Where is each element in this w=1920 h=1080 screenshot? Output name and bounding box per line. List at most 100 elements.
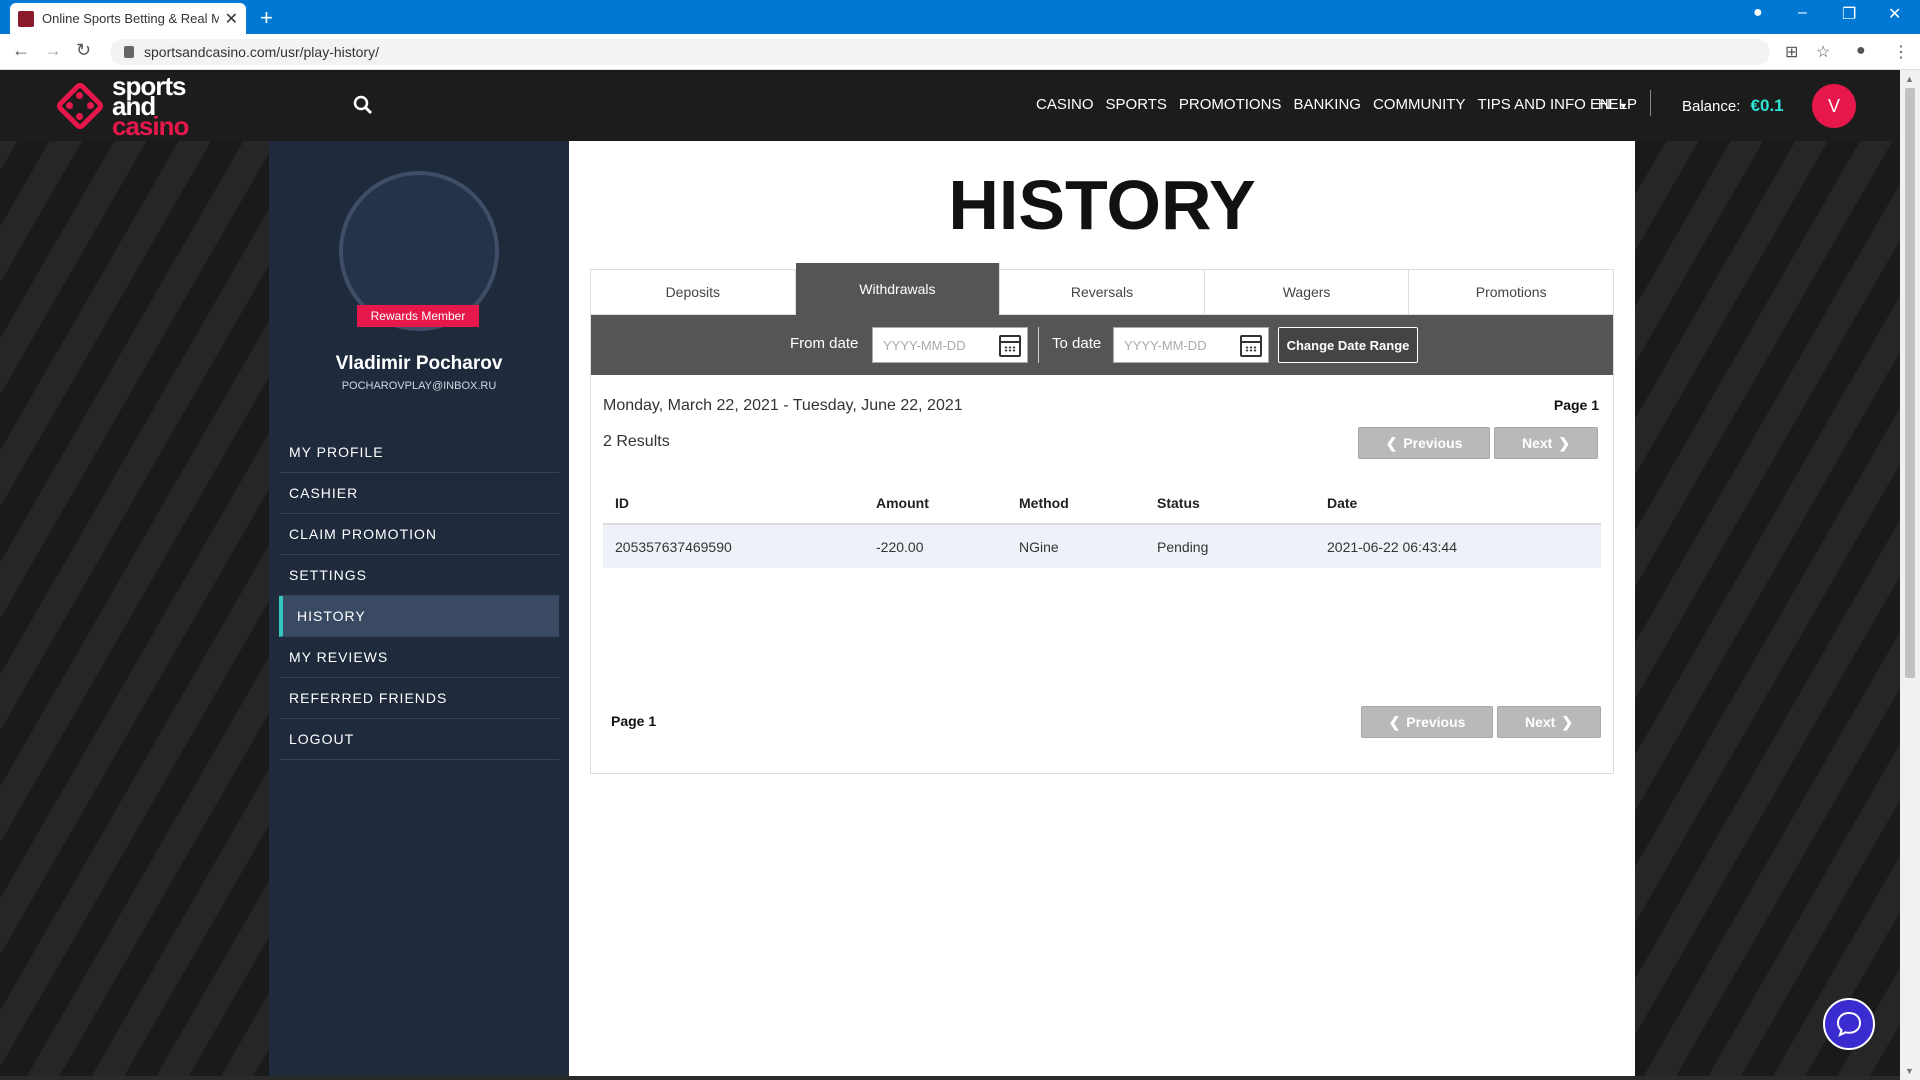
main-nav: CASINO SPORTS PROMOTIONS BANKING COMMUNI… — [1036, 96, 1637, 113]
sidebar-item-history[interactable]: HISTORY — [279, 596, 559, 637]
calendar-icon[interactable] — [999, 335, 1021, 357]
tab-close-icon[interactable]: ✕ — [225, 9, 238, 29]
nav-sports[interactable]: SPORTS — [1106, 96, 1167, 113]
chevron-right-icon: ❯ — [1558, 434, 1571, 451]
nav-casino[interactable]: CASINO — [1036, 96, 1094, 113]
nav-banking[interactable]: BANKING — [1293, 96, 1361, 113]
tab-withdrawals[interactable]: Withdrawals — [795, 263, 1001, 315]
chevron-down-icon: ▼ — [1619, 101, 1628, 111]
withdrawals-table: ID Amount Method Status Date 20535763746… — [603, 482, 1601, 568]
profile-sync-icon[interactable]: ● — [1753, 4, 1763, 22]
search-icon[interactable] — [352, 94, 374, 116]
scroll-down-icon[interactable]: ▼ — [1905, 1066, 1914, 1076]
back-icon[interactable]: ← — [12, 40, 30, 61]
sidebar-item-my-reviews[interactable]: MY REVIEWS — [279, 637, 559, 678]
sidebar-item-referred-friends[interactable]: REFERRED FRIENDS — [279, 678, 559, 719]
language-selector[interactable]: EN ▼ — [1590, 96, 1628, 113]
date-filter-bar: From date YYYY-MM-DD To date YYYY-MM-DD … — [591, 315, 1613, 375]
history-panel: HISTORY Deposits Withdrawals Reversals W… — [569, 141, 1635, 1080]
nav-community[interactable]: COMMUNITY — [1373, 96, 1466, 113]
history-tabs: Deposits Withdrawals Reversals Wagers Pr… — [591, 263, 1613, 315]
forward-icon[interactable]: → — [44, 40, 62, 61]
new-tab-icon[interactable]: + — [260, 5, 273, 31]
nav-promotions[interactable]: PROMOTIONS — [1179, 96, 1282, 113]
url-field[interactable]: sportsandcasino.com/usr/play-history/ — [110, 39, 1770, 65]
next-button-top[interactable]: Next ❯ — [1494, 427, 1598, 459]
previous-label: Previous — [1403, 435, 1463, 451]
minimize-icon[interactable]: – — [1798, 4, 1807, 22]
tab-wagers[interactable]: Wagers — [1204, 270, 1410, 315]
live-chat-button[interactable] — [1823, 998, 1875, 1050]
previous-button-bottom[interactable]: ❮ Previous — [1361, 706, 1493, 738]
next-button-bottom[interactable]: Next ❯ — [1497, 706, 1601, 738]
column-header-date: Date — [1315, 482, 1601, 525]
lock-icon — [124, 46, 134, 58]
column-header-amount: Amount — [864, 482, 1007, 525]
tab-deposits[interactable]: Deposits — [591, 270, 796, 315]
column-header-method: Method — [1007, 482, 1145, 525]
sidebar-item-settings[interactable]: SETTINGS — [279, 555, 559, 596]
to-date-placeholder: YYYY-MM-DD — [1124, 337, 1207, 353]
bottom-strip — [0, 1076, 1900, 1080]
results-count: 2 Results — [603, 433, 670, 450]
translate-icon[interactable]: ⊞ — [1785, 42, 1798, 62]
tab-title: Online Sports Betting & Real Mo — [42, 11, 219, 26]
change-date-range-button[interactable]: Change Date Range — [1278, 327, 1418, 363]
bookmark-star-icon[interactable]: ☆ — [1816, 42, 1830, 62]
restore-icon[interactable]: ❐ — [1842, 4, 1856, 24]
sidebar-item-logout[interactable]: LOGOUT — [279, 719, 559, 760]
user-email: POCHAROVPLAY@INBOX.RU — [341, 380, 497, 392]
next-label: Next — [1524, 714, 1556, 730]
table-row: 205357637469590 -220.00 NGine Pending 20… — [603, 524, 1601, 568]
window-close-icon[interactable]: ✕ — [1888, 4, 1901, 24]
reload-icon[interactable]: ↻ — [76, 40, 91, 61]
previous-button-top[interactable]: ❮ Previous — [1358, 427, 1490, 459]
account-sidebar: Rewards Member Vladimir Pocharov POCHARO… — [269, 141, 569, 1080]
user-avatar-button[interactable]: V — [1812, 84, 1856, 128]
chevron-left-icon: ❮ — [1388, 713, 1401, 730]
cell-date: 2021-06-22 06:43:44 — [1315, 524, 1601, 568]
logo-line-3: casino — [112, 111, 189, 141]
filter-divider — [1038, 327, 1039, 363]
from-date-input[interactable]: YYYY-MM-DD — [872, 327, 1028, 363]
page-indicator-bottom: Page 1 — [611, 713, 657, 729]
browser-tabbar: Online Sports Betting & Real Mo ✕ + ● – … — [0, 0, 1920, 34]
page-title: HISTORY — [948, 166, 1256, 244]
address-bar: ← → ↻ sportsandcasino.com/usr/play-histo… — [0, 34, 1920, 70]
url-text: sportsandcasino.com/usr/play-history/ — [144, 44, 379, 60]
previous-label: Previous — [1406, 714, 1466, 730]
column-header-id: ID — [603, 482, 864, 525]
account-icon[interactable]: ● — [1856, 42, 1866, 60]
chevron-right-icon: ❯ — [1561, 713, 1574, 730]
sidebar-item-claim-promotion[interactable]: CLAIM PROMOTION — [279, 514, 559, 555]
browser-tab[interactable]: Online Sports Betting & Real Mo ✕ — [10, 3, 246, 34]
header-divider — [1650, 90, 1651, 116]
column-header-status: Status — [1145, 482, 1315, 525]
chevron-left-icon: ❮ — [1385, 434, 1398, 451]
to-date-input[interactable]: YYYY-MM-DD — [1113, 327, 1269, 363]
calendar-icon[interactable] — [1240, 335, 1262, 357]
tab-promotions[interactable]: Promotions — [1409, 270, 1613, 315]
language-code: EN — [1590, 96, 1611, 113]
balance-label: Balance: — [1682, 98, 1741, 115]
from-date-label: From date — [790, 335, 859, 352]
nav-tips-and-info[interactable]: TIPS AND INFO — [1477, 96, 1585, 113]
cell-amount: -220.00 — [864, 524, 1007, 568]
date-range-text: Monday, March 22, 2021 - Tuesday, June 2… — [603, 397, 963, 414]
sidebar-menu: MY PROFILE CASHIER CLAIM PROMOTION SETTI… — [279, 432, 559, 760]
cell-method: NGine — [1007, 524, 1145, 568]
tab-reversals[interactable]: Reversals — [1000, 270, 1205, 315]
menu-kebab-icon[interactable]: ⋮ — [1893, 42, 1909, 62]
page-indicator-top: Page 1 — [1553, 397, 1599, 413]
site-logo[interactable]: sports and casino — [52, 73, 189, 141]
logo-dice-icon — [52, 78, 108, 134]
site-header: sports and casino CASINO SPORTS PROMOTIO… — [0, 70, 1900, 141]
sidebar-item-my-profile[interactable]: MY PROFILE — [279, 432, 559, 473]
page-scrollbar[interactable]: ▲ ▼ — [1900, 70, 1920, 1080]
rewards-badge: Rewards Member — [357, 305, 479, 327]
sidebar-item-cashier[interactable]: CASHIER — [279, 473, 559, 514]
scrollbar-thumb[interactable] — [1905, 88, 1915, 678]
chat-bubble-icon — [1836, 1011, 1862, 1037]
balance-display: Balance: €0.1 — [1682, 96, 1784, 116]
scroll-up-icon[interactable]: ▲ — [1905, 74, 1914, 84]
